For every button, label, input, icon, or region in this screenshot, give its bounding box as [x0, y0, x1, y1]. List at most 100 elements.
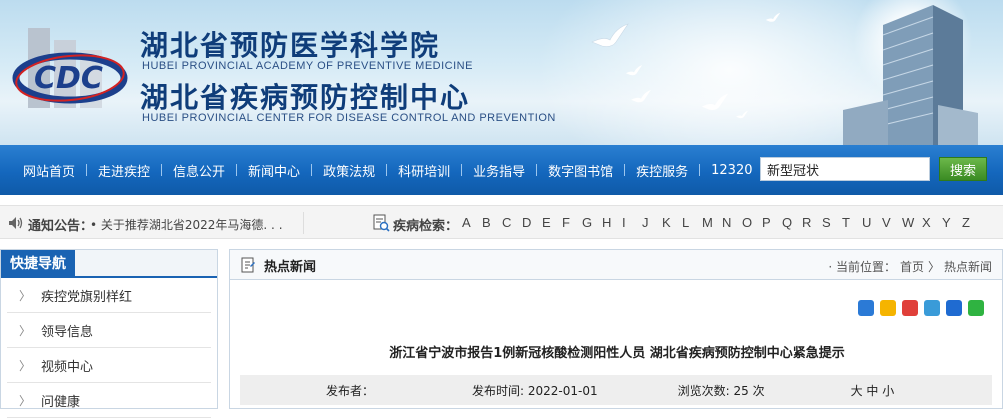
disease-letter-link[interactable]: P	[762, 215, 782, 230]
nav-item[interactable]: 数字图书馆	[537, 161, 624, 180]
nav-item[interactable]: 业务指导	[462, 161, 536, 180]
publish-date: 发布时间: 2022-01-01	[472, 383, 598, 398]
disease-search-label: 疾病检索：	[393, 219, 459, 234]
divider	[303, 212, 304, 234]
nav-link[interactable]: 网站首页	[12, 161, 86, 180]
disease-letter-link[interactable]: G	[582, 215, 602, 230]
disease-letter-link[interactable]: Q	[782, 215, 802, 230]
nav-item[interactable]: 12320	[700, 163, 763, 178]
nav-link[interactable]: 政策法规	[312, 161, 386, 180]
disease-letter-link[interactable]: U	[862, 215, 882, 230]
disease-letter-link[interactable]: O	[742, 215, 762, 230]
breadcrumb-home[interactable]: 首页	[900, 258, 924, 275]
breadcrumb-sep: 〉	[927, 260, 940, 274]
breadcrumb-prefix: · 当前位置：	[828, 260, 896, 274]
sidebar-item-label: 领导信息	[41, 324, 94, 340]
disease-letter-link[interactable]: C	[502, 215, 522, 230]
sidebar-title: 快捷导航	[1, 250, 75, 278]
dove-icon	[625, 65, 643, 76]
speaker-icon	[9, 217, 23, 229]
nav-link[interactable]: 新闻中心	[237, 161, 311, 180]
nav-item[interactable]: 政策法规	[312, 161, 386, 180]
share-tencent-icon[interactable]	[924, 300, 940, 316]
disease-letter-link[interactable]: Y	[942, 215, 962, 230]
disease-letter-link[interactable]: Z	[962, 215, 982, 230]
share-more-icon[interactable]	[858, 300, 874, 316]
nav-link[interactable]: 业务指导	[462, 161, 536, 180]
disease-letter-link[interactable]: T	[842, 215, 862, 230]
nav-item[interactable]: 走进疾控	[87, 161, 161, 180]
notice-bar: 通知公告： • 关于推荐湖北省2022年马海德. . . 疾病检索： ABCDE…	[0, 205, 1003, 239]
building-image	[843, 5, 978, 145]
disease-letter-link[interactable]: K	[662, 215, 682, 230]
disease-letter-link[interactable]: V	[882, 215, 902, 230]
chevron-right-icon: 〉	[19, 323, 32, 338]
sidebar-header: 快捷导航	[1, 250, 217, 278]
article-title: 浙江省宁波市报告1例新冠核酸检测阳性人员 湖北省疾病预防控制中心紧急提示	[389, 346, 845, 361]
sidebar-item[interactable]: 〉视频中心	[7, 348, 211, 383]
search-doc-icon	[373, 214, 390, 232]
share-weibo-icon[interactable]	[902, 300, 918, 316]
dove-icon	[736, 110, 748, 119]
nav-item[interactable]: 疾控服务	[625, 161, 699, 180]
nav-link[interactable]: 信息公开	[162, 161, 236, 180]
article-meta: 发布者： 发布时间: 2022-01-01 浏览次数: 25 次 大 中 小	[240, 375, 992, 405]
chevron-right-icon: 〉	[19, 393, 32, 408]
nav-link[interactable]: 12320	[700, 163, 763, 178]
disease-letter-link[interactable]: H	[602, 215, 622, 230]
nav-item[interactable]: 新闻中心	[237, 161, 311, 180]
disease-letter-link[interactable]: S	[822, 215, 842, 230]
sidebar-item-label: 问健康	[41, 394, 81, 410]
disease-letter-link[interactable]: W	[902, 215, 922, 230]
disease-letter-link[interactable]: L	[682, 215, 702, 230]
nav-item[interactable]: 网站首页	[12, 161, 86, 180]
nav-item[interactable]: 信息公开	[162, 161, 236, 180]
sidebar-item-label: 视频中心	[41, 359, 94, 375]
search-input[interactable]: 新型冠状	[760, 157, 930, 181]
disease-letter-link[interactable]: M	[702, 215, 722, 230]
disease-letter-link[interactable]: F	[562, 215, 582, 230]
sidebar-item[interactable]: 〉领导信息	[7, 313, 211, 348]
org-title-cn-1: 湖北省预防医学科学院	[140, 29, 441, 62]
dove-icon	[701, 93, 729, 110]
main-nav: 网站首页 走进疾控 信息公开 新闻中心 政策法规 科研培训 业务指导 数字图书馆 疾控服务 123…	[0, 145, 1003, 195]
disease-letter-link[interactable]: X	[922, 215, 942, 230]
chevron-right-icon: 〉	[19, 288, 32, 303]
disease-letter-link[interactable]: B	[482, 215, 502, 230]
sidebar-item[interactable]: 〉问健康	[7, 383, 211, 418]
share-wechat-icon[interactable]	[968, 300, 984, 316]
font-size-switch[interactable]: 大 中 小	[851, 382, 895, 399]
disease-letter-link[interactable]: N	[722, 215, 742, 230]
disease-letter-index: ABCDEFGHIJKLMNOPQRSTUVWXYZ	[462, 215, 982, 230]
disease-letter-link[interactable]: D	[522, 215, 542, 230]
chevron-right-icon: 〉	[19, 358, 32, 373]
share-renren-icon[interactable]	[946, 300, 962, 316]
disease-letter-link[interactable]: J	[642, 215, 662, 230]
dove-icon	[765, 12, 781, 22]
nav-link[interactable]: 数字图书馆	[537, 161, 624, 180]
share-qzone-icon[interactable]	[880, 300, 896, 316]
breadcrumb-current[interactable]: 热点新闻	[944, 258, 992, 275]
sidebar-item[interactable]: 〉疾控党旗别样红	[7, 278, 211, 313]
section-title: 热点新闻	[264, 260, 317, 275]
notice-link[interactable]: • 关于推荐湖北省2022年马海德. . .	[90, 216, 283, 233]
header-banner: CDC 湖北省预防医学科学院 HUBEI PROVINCIAL ACADEMY …	[0, 0, 1003, 145]
sidebar-item-label: 疾控党旗别样红	[41, 289, 133, 305]
disease-letter-link[interactable]: A	[462, 215, 482, 230]
nav-link[interactable]: 科研培训	[387, 161, 461, 180]
search-button[interactable]: 搜索	[939, 157, 987, 181]
publisher: 发布者：	[326, 383, 375, 398]
cdc-logo-icon[interactable]: CDC	[10, 20, 130, 120]
document-icon	[241, 257, 255, 273]
share-bar	[858, 300, 984, 316]
nav-link[interactable]: 走进疾控	[87, 161, 161, 180]
disease-letter-link[interactable]: E	[542, 215, 562, 230]
quick-nav-sidebar: 快捷导航 〉疾控党旗别样红〉领导信息〉视频中心〉问健康	[0, 249, 218, 418]
org-title-en-2: HUBEI PROVINCIAL CENTER FOR DISEASE CONT…	[142, 112, 556, 124]
view-count: 浏览次数: 25 次	[677, 383, 765, 398]
section-header: 热点新闻 · 当前位置： 首页 〉 热点新闻	[230, 250, 1002, 280]
disease-letter-link[interactable]: I	[622, 215, 642, 230]
nav-link[interactable]: 疾控服务	[625, 161, 699, 180]
disease-letter-link[interactable]: R	[802, 215, 822, 230]
nav-item[interactable]: 科研培训	[387, 161, 461, 180]
